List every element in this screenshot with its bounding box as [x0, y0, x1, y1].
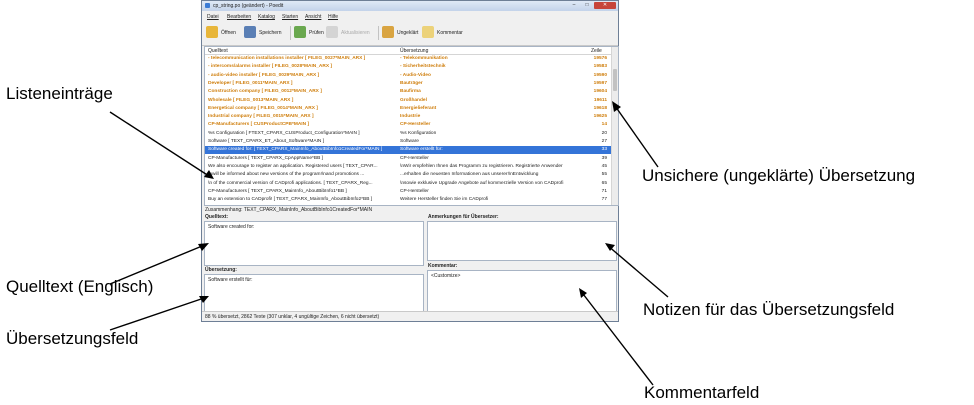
label-comment-field: Kommentarfeld — [644, 383, 760, 402]
label-translation-field: Übersetzungsfeld — [6, 329, 139, 348]
arrow-notes — [606, 244, 669, 298]
arrow-fuzzy — [612, 102, 659, 168]
arrow-list-entries — [109, 111, 213, 179]
label-notes: Notizen für das Übersetzungsfeld — [643, 300, 895, 319]
arrow-translation-field — [109, 296, 208, 331]
label-source-text: Quelltext (Englisch) — [6, 277, 154, 296]
annotation-arrows — [109, 101, 669, 386]
label-list-entries: Listeneinträge — [6, 84, 113, 103]
label-fuzzy-translation: Unsichere (ungeklärte) Übersetzung — [642, 166, 916, 185]
arrowhead — [612, 101, 621, 112]
